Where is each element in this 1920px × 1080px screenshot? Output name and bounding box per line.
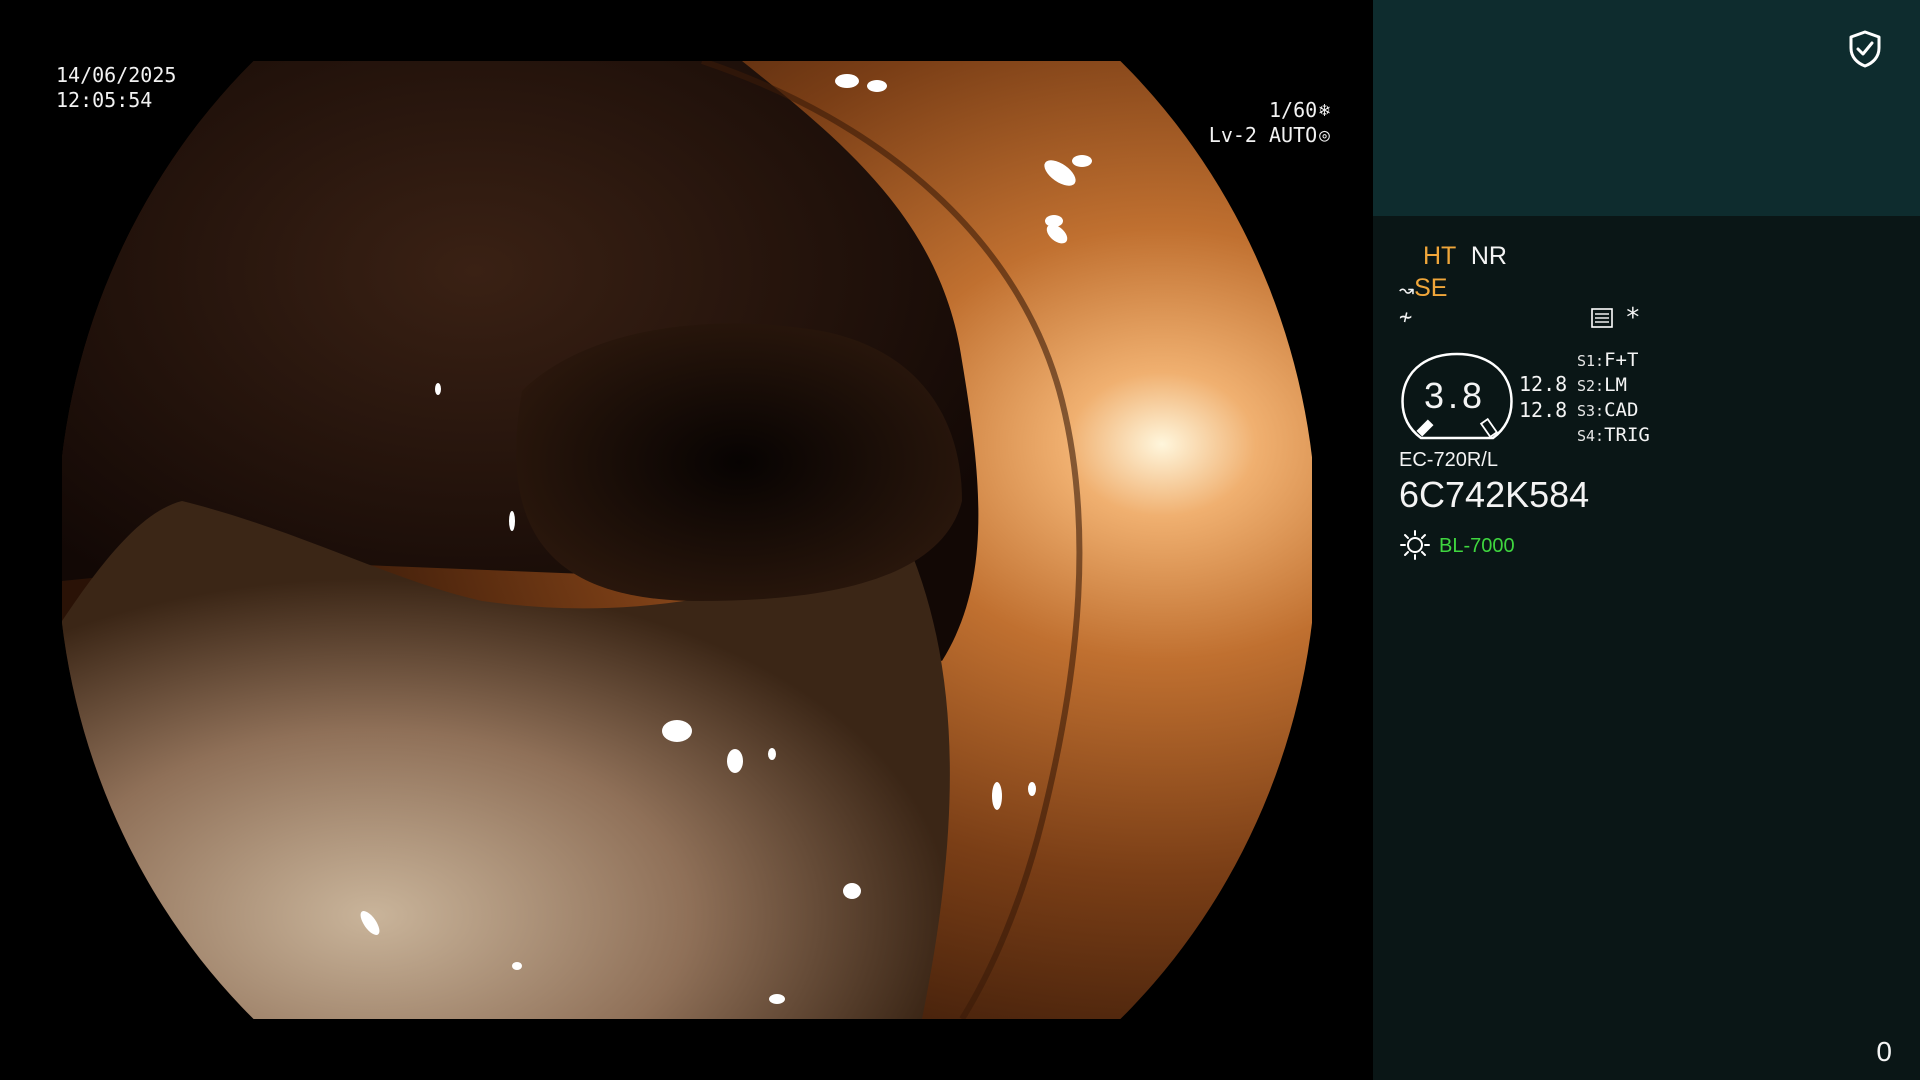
endoscope-image <box>62 61 1312 1019</box>
se-icon: ↝ <box>1399 280 1415 300</box>
image-mode-row: HT NR <box>1399 242 1507 270</box>
function-glyph: ≁ <box>1399 305 1413 330</box>
gauge-value: 3.8 <box>1423 375 1487 416</box>
slot-key: S2: <box>1577 377 1605 395</box>
slot-value: F+T <box>1604 349 1639 371</box>
switch-slot: S2:LM <box>1577 373 1627 398</box>
menu-settings-icon <box>1591 308 1613 328</box>
se-label: SE <box>1414 274 1448 302</box>
slot-value: CAD <box>1604 399 1639 421</box>
scope-serial: 6C742K584 <box>1399 474 1590 515</box>
light-source-icon <box>1400 530 1430 560</box>
aperture-icon: ❄ <box>1319 100 1330 121</box>
shutter-row: 1/60 ❄ <box>1209 98 1330 123</box>
rate-bottom: 12.8 <box>1519 398 1568 422</box>
slot-key: S3: <box>1577 402 1605 420</box>
light-source-model: BL-7000 <box>1439 535 1515 557</box>
endoscope-view: 14/06/2025 12:05:54 1/60 ❄ Lv-2 AUTO ◎ <box>0 0 1372 1080</box>
rate-top: 12.8 <box>1519 372 1568 396</box>
iris-text: Lv-2 AUTO <box>1208 123 1318 147</box>
time-text: 12:05:54 <box>56 88 153 112</box>
se-row: ↝SE <box>1399 274 1447 304</box>
shield-check-icon <box>1849 30 1881 68</box>
switch-slot: S4:TRIG <box>1577 423 1650 448</box>
shutter-text: 1/60 <box>1268 98 1318 122</box>
iris-row: Lv-2 AUTO ◎ <box>1209 123 1330 148</box>
asterisk-mark: * <box>1625 303 1641 333</box>
panel-header <box>1373 0 1920 216</box>
switch-slot: S1:F+T <box>1577 348 1638 373</box>
scope-model: EC-720R/L <box>1399 449 1498 471</box>
datetime-overlay: 14/06/2025 12:05:54 <box>56 63 176 113</box>
date-text: 14/06/2025 <box>56 63 177 87</box>
slot-key: S4: <box>1577 427 1605 445</box>
exposure-overlay: 1/60 ❄ Lv-2 AUTO ◎ <box>1209 98 1330 148</box>
info-panel: HT NR ↝SE ≁ * 3.8 12.8 12.8 S1:F+T S2:LM <box>1373 0 1920 1080</box>
slot-key: S1: <box>1577 352 1605 370</box>
switch-slot: S3:CAD <box>1577 398 1638 423</box>
slot-value: TRIG <box>1604 424 1650 446</box>
ht-label: HT <box>1423 242 1456 270</box>
nr-label: NR <box>1470 242 1507 270</box>
image-counter: 0 <box>1876 1036 1892 1067</box>
iris-icon: ◎ <box>1319 125 1330 146</box>
slot-value: LM <box>1604 374 1627 396</box>
